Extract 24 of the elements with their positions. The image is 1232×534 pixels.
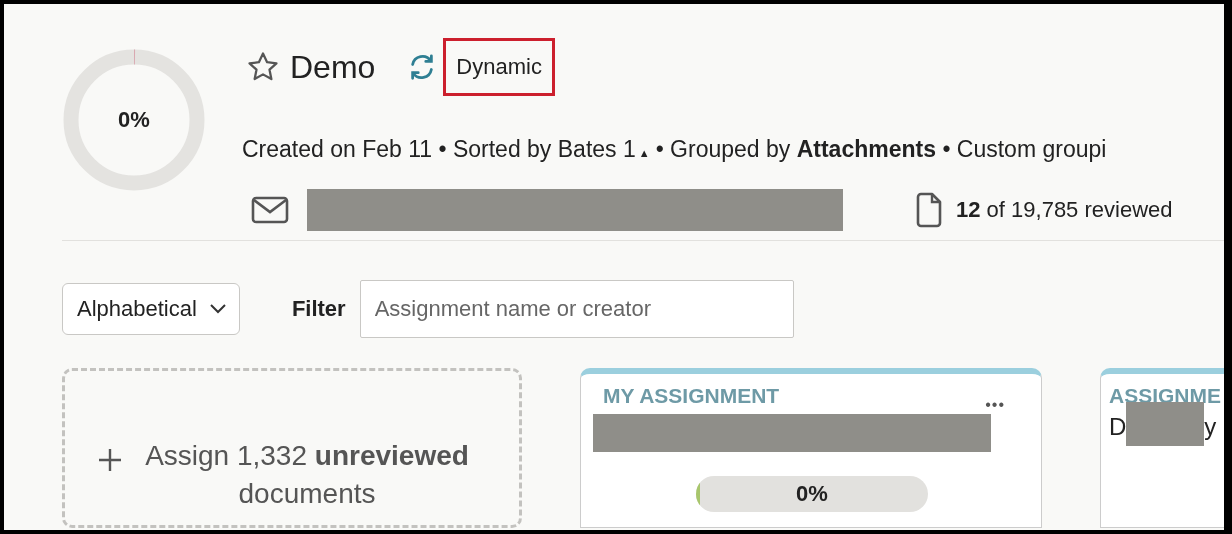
sort-dropdown[interactable]: Alphabetical <box>62 283 240 335</box>
meta-text: • Grouped by Attachments • Custom groupi <box>655 136 1107 163</box>
sort-arrow: ▲ <box>638 147 650 159</box>
name-text: y <box>1204 413 1217 441</box>
assignment-card[interactable]: MY ASSIGNMENT ••• 0% <box>580 368 1042 528</box>
more-menu[interactable]: ••• <box>985 396 1005 414</box>
progress-percent: 0% <box>118 107 150 133</box>
reviewed-count: 12 of 19,785 reviewed <box>956 197 1173 223</box>
mail-icon <box>251 195 289 225</box>
chevron-down-icon <box>208 303 227 315</box>
assignment-card[interactable]: ASSIGNME D y <box>1100 368 1224 528</box>
plus-icon <box>97 447 123 473</box>
card-heading: ASSIGNME <box>1109 384 1221 408</box>
filter-label: Filter <box>291 296 346 322</box>
document-icon <box>915 191 943 229</box>
assign-card[interactable]: Assign 1,332 unreviewed documents <box>62 368 522 528</box>
mode-label: Dynamic <box>443 38 555 96</box>
progress-percent: 0% <box>796 481 828 507</box>
assign-text: Assign 1,332 unreviewed documents <box>144 439 470 511</box>
name-text: D <box>1109 413 1127 441</box>
assignment-title: Demo <box>290 48 376 86</box>
meta-text: Created on Feb 11 • Sorted by Bates 1 <box>242 136 636 163</box>
card-heading: MY ASSIGNMENT <box>603 384 780 408</box>
filter-field[interactable]: Assignment name or creator <box>359 280 794 338</box>
